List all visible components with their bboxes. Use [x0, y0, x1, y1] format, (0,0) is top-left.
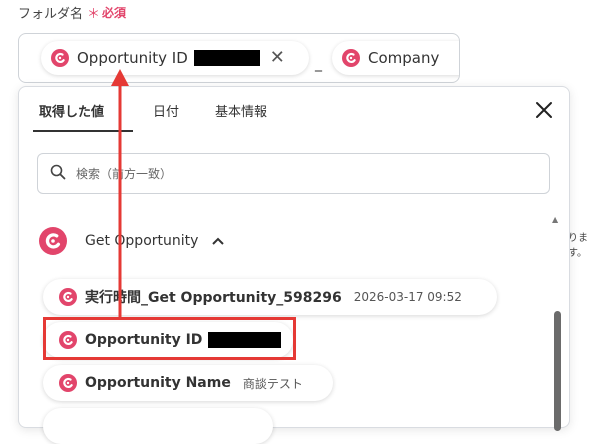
item-name: Opportunity Name — [85, 375, 231, 391]
scroll-thumb[interactable] — [554, 311, 561, 431]
required-mark: ＊ — [87, 7, 101, 22]
value-chip-company[interactable]: Company — [332, 41, 459, 75]
tab-date[interactable]: 日付 — [153, 101, 179, 120]
logo-icon — [39, 227, 67, 255]
search-input[interactable] — [74, 165, 508, 182]
section-get-opportunity[interactable]: Get Opportunity — [39, 227, 225, 255]
scroll-up-icon[interactable]: ▲ — [552, 215, 558, 224]
field-label: フォルダ名 ＊ 必須 — [18, 3, 126, 22]
section-label: Get Opportunity — [85, 233, 199, 249]
close-icon[interactable] — [533, 99, 555, 121]
search-icon — [50, 164, 66, 184]
item-name: 実行時間_Get Opportunity_598296 — [85, 290, 342, 306]
chip-label: Company — [368, 49, 440, 67]
chevron-up-icon — [212, 233, 225, 249]
logo-icon — [342, 49, 360, 67]
chip-label: Opportunity ID — [77, 49, 188, 67]
separator-text: _ — [315, 56, 322, 72]
tab-bar: 取得した値 日付 基本情報 — [19, 87, 569, 133]
logo-icon — [59, 288, 77, 306]
item-value: 2026-03-17 09:52 — [353, 290, 462, 304]
remove-chip-icon[interactable]: ✕ — [270, 49, 285, 67]
search-box[interactable] — [37, 153, 550, 194]
active-tab-indicator — [33, 130, 133, 132]
tab-basic-info[interactable]: 基本情報 — [215, 101, 267, 120]
background-hint-text: ります。 — [568, 233, 588, 259]
folder-name-label: フォルダ名 — [18, 7, 84, 22]
required-text: 必須 — [102, 6, 127, 20]
redaction-block — [193, 50, 260, 66]
value-chip-opportunity-id[interactable]: Opportunity ID ✕ — [41, 41, 309, 75]
scrollbar[interactable]: ▲ — [552, 215, 562, 431]
value-picker-dropdown: 取得した値 日付 基本情報 Get Opportunity 実行時間_Get O… — [18, 86, 570, 444]
highlight-box — [43, 317, 296, 360]
folder-name-field[interactable]: Opportunity ID ✕ _ Company — [18, 33, 460, 83]
logo-icon — [59, 374, 77, 392]
item-value: 商談テスト — [242, 376, 303, 391]
list-item-opportunity-name[interactable]: Opportunity Name 商談テスト — [43, 365, 333, 401]
tab-retrieved-values[interactable]: 取得した値 — [39, 101, 104, 120]
list-item-execution-time[interactable]: 実行時間_Get Opportunity_598296 2026-03-17 0… — [43, 279, 497, 315]
list-item-partial[interactable] — [43, 408, 273, 444]
logo-icon — [51, 49, 69, 67]
